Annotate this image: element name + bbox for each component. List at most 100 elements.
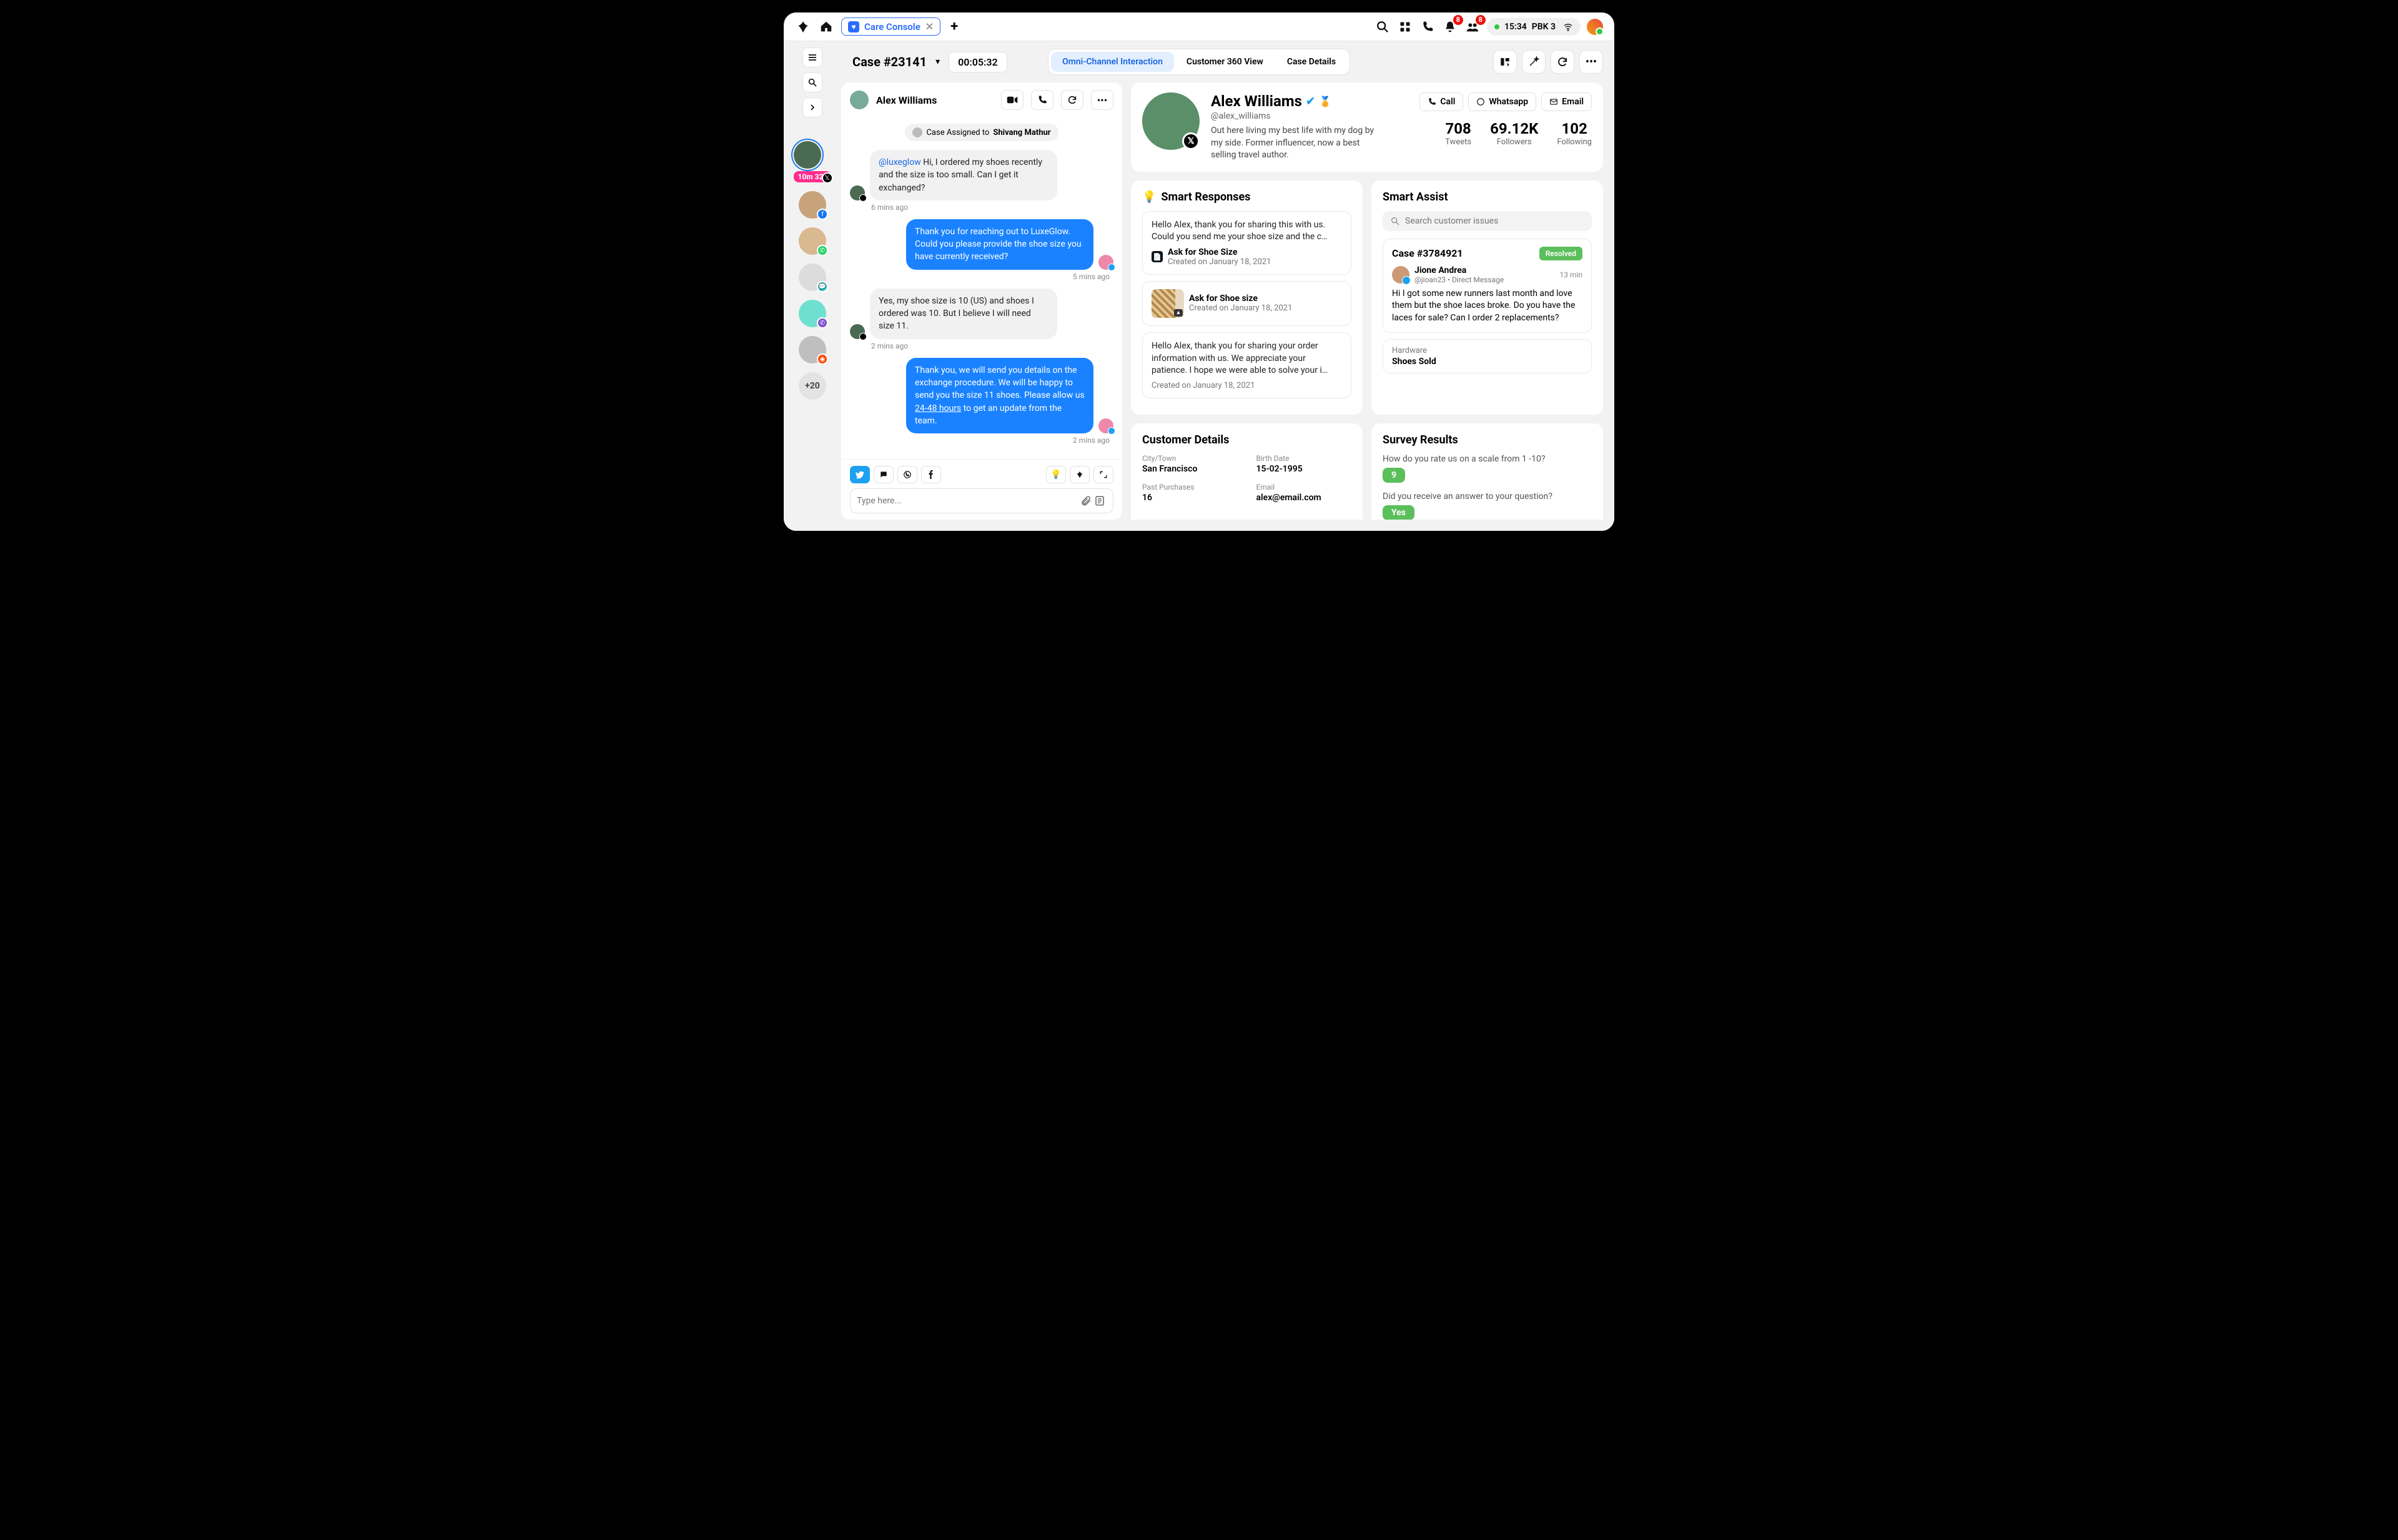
sprout-button[interactable] [1070,466,1090,483]
phone-button[interactable] [1419,19,1436,35]
msg-avatar [850,324,865,339]
queue-item-4[interactable]: 💬 [799,264,826,291]
mention: @luxeglow [879,157,921,167]
message-timestamp: 2 mins ago [871,342,1113,350]
heart-icon: ♥ [848,21,859,32]
composer: 💡 [841,459,1122,520]
topbar: ♥ Care Console ✕ + 8 8 15:34 PBK 3 [784,12,1614,41]
close-tab-icon[interactable]: ✕ [925,21,934,32]
status-label: PBK 3 [1532,22,1556,32]
assignee-avatar [912,127,922,137]
chat-avatar [850,91,869,109]
channel-whatsapp-button[interactable] [897,466,917,483]
smart-responses-card: 💡Smart Responses Hello Alex, thank you f… [1131,180,1363,415]
assist-search-input[interactable] [1405,216,1584,226]
queue-item-6[interactable]: ◉ [799,336,826,363]
queue-item-3[interactable]: ✆ [799,227,826,255]
app-logo [795,19,811,35]
tab-label: Care Console [864,21,920,32]
doc-icon: 📄 [1152,251,1163,262]
message-bubble: Yes, my shoe size is 10 (US) and shoes I… [870,289,1057,339]
thumbnail: ▲ [1152,289,1184,318]
attach-button[interactable] [1079,494,1093,508]
survey-answer: Yes [1383,505,1414,520]
verified-icon: ✔ [1306,95,1315,108]
queue-more-button[interactable]: +20 [799,372,826,400]
profile-card: 𝕏 Alex Williams ✔ 🏅 @ale [1131,82,1603,172]
profile-handle: @alex_williams [1211,111,1407,121]
suggest-button[interactable]: 💡 [1046,466,1066,483]
rail-menu-button[interactable] [802,47,822,67]
magic-button[interactable] [1522,50,1546,74]
chevron-down-icon[interactable]: ▾ [935,57,940,67]
notifications-badge: 8 [1453,15,1463,25]
related-case[interactable]: Case #3784921 Resolved Jione Andrea @jio… [1383,239,1592,333]
status-pill[interactable]: 15:34 PBK 3 [1487,18,1581,36]
smart-assist-card: Smart Assist Case #3784921 Resolved [1371,180,1603,415]
related-case-id: Case #3784921 [1392,247,1463,259]
template-button[interactable] [1093,494,1107,508]
message-bubble: Thank you, we will send you details on t… [906,358,1093,433]
message-icon: 💬 [817,281,828,292]
reddit-icon: ◉ [817,353,828,365]
msg-avatar [850,185,865,200]
call-button[interactable]: Call [1419,92,1463,111]
more-button[interactable]: ••• [1579,50,1603,74]
survey-card: Survey Results How do you rate us on a s… [1371,423,1603,520]
apps-button[interactable] [1397,19,1413,35]
response-item[interactable]: ▲ Ask for Shoe sizeCreated on January 18… [1142,281,1351,326]
search-button[interactable] [1374,19,1391,35]
message-row: Thank you, we will send you details on t… [850,358,1113,433]
queue-item-5[interactable]: ✆ [799,300,826,327]
message-input-wrap [850,488,1113,513]
assigned-pill: Case Assigned to Shivang Mathur [905,124,1058,141]
message-row: Thank you for reaching out to LuxeGlow. … [850,219,1113,270]
team-button[interactable]: 8 [1464,19,1481,35]
channel-sms-button[interactable] [874,466,894,483]
expand-button[interactable] [1093,466,1113,483]
tab-case-details[interactable]: Case Details [1276,52,1347,72]
refresh-chat-button[interactable] [1061,90,1083,110]
active-tab[interactable]: ♥ Care Console ✕ [841,17,940,36]
channel-twitter-button[interactable] [850,466,870,483]
whatsapp-button[interactable]: Whatsapp [1468,92,1536,111]
response-item[interactable]: Hello Alex, thank you for sharing your o… [1142,332,1351,398]
status-dot [1494,24,1499,29]
chat-more-button[interactable]: ••• [1091,90,1113,110]
response-item[interactable]: Hello Alex, thank you for sharing this w… [1142,211,1351,275]
case-title: Case #23141 [852,54,927,69]
assigned-to: Shivang Mathur [993,128,1050,137]
rail-search-button[interactable] [802,72,822,92]
tab-omni[interactable]: Omni-Channel Interaction [1051,52,1174,72]
message-row: @luxeglow Hi, I ordered my shoes recentl… [850,150,1113,200]
search-icon [1390,216,1400,226]
message-input[interactable] [857,496,1079,506]
queue-item-1[interactable]: 𝕏 10m 32s [794,141,831,182]
home-button[interactable] [817,18,835,36]
status-time: 15:34 [1504,22,1527,32]
rail-expand-button[interactable] [802,97,822,117]
add-tab-button[interactable]: + [950,19,958,34]
stat-tweets: 708Tweets [1445,120,1471,147]
x-icon: 𝕏 [1182,132,1200,150]
profile-avatar: 𝕏 [1142,92,1200,150]
video-call-button[interactable] [1001,90,1024,110]
email-button[interactable]: Email [1541,92,1592,111]
team-badge: 8 [1476,15,1486,25]
customer-details-card: Customer Details City/TownSan Francisco … [1131,423,1363,520]
layout-button[interactable] [1493,50,1517,74]
channel-facebook-button[interactable] [921,466,941,483]
voice-call-button[interactable] [1031,90,1053,110]
queue-item-2[interactable]: f [799,191,826,219]
profile-name: Alex Williams ✔ 🏅 [1211,92,1407,110]
tab-360[interactable]: Customer 360 View [1175,52,1275,72]
image-icon: ▲ [1174,309,1183,317]
assist-search[interactable] [1383,211,1592,231]
user-avatar[interactable] [1587,19,1603,35]
x-icon [859,194,867,202]
refresh-button[interactable] [1551,50,1574,74]
twitter-icon [1108,427,1115,435]
message-bubble: @luxeglow Hi, I ordered my shoes recentl… [870,150,1057,200]
medal-icon: 🏅 [1319,96,1331,107]
notifications-button[interactable]: 8 [1442,19,1458,35]
